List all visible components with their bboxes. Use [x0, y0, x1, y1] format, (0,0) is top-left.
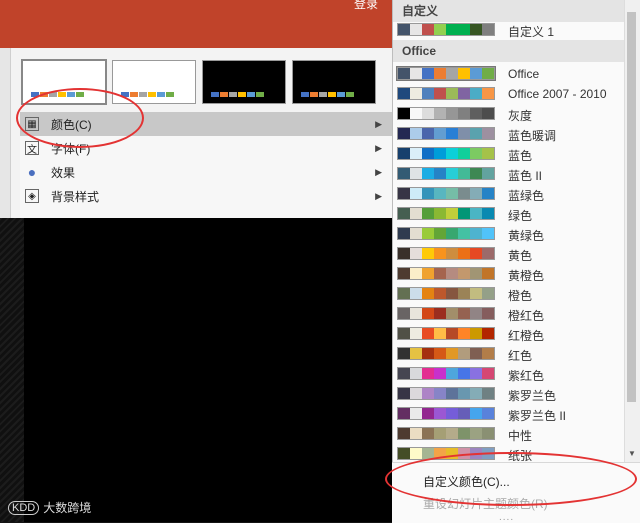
color-scheme-dropdown: 自定义 自定义 1 Office Office Office 2007 - 201…	[392, 0, 640, 522]
scroll-down-icon[interactable]: ▼	[624, 446, 640, 462]
color-swatch-strip	[397, 167, 495, 180]
color-scheme-name: 黄橙色	[508, 269, 545, 283]
watermark: KDD 大数跨境	[8, 499, 91, 516]
color-swatch-strip	[397, 107, 495, 120]
color-swatch-strip	[397, 247, 495, 260]
resize-grip-icon[interactable]: ....	[499, 512, 514, 523]
color-scheme-name: 橙色	[508, 289, 533, 303]
effects-icon: ●	[27, 164, 37, 180]
background-style-icon: ◈	[25, 189, 39, 203]
color-scheme-item[interactable]: Office	[393, 64, 625, 84]
color-scheme-name: 紫罗兰色	[508, 389, 557, 403]
color-scheme-name: 自定义 1	[508, 25, 555, 39]
color-swatch-strip	[397, 287, 495, 300]
submenu-item-label: 效果	[51, 165, 76, 180]
color-scheme-name: 蓝色 II	[508, 169, 543, 183]
ribbon-left-strip	[0, 48, 11, 218]
color-scheme-name: 紫罗兰色 II	[508, 409, 567, 423]
section-header-custom: 自定义	[393, 0, 625, 22]
color-swatch-strip	[397, 387, 495, 400]
color-scheme-name: Office	[508, 67, 540, 81]
color-swatch-strip	[397, 347, 495, 360]
chevron-right-icon: ▶	[375, 190, 382, 201]
watermark-logo: KDD	[8, 500, 40, 515]
theme-color-bars	[121, 92, 174, 97]
login-link[interactable]: 登录	[354, 0, 378, 12]
color-scheme-item[interactable]: 黄色	[393, 244, 625, 264]
color-scheme-item[interactable]: 黄绿色	[393, 224, 625, 244]
theme-variant-4[interactable]	[292, 60, 376, 104]
color-scheme-item[interactable]: 橙色	[393, 284, 625, 304]
submenu-item-label: 背景样式	[51, 189, 100, 204]
color-swatch-strip	[397, 227, 495, 240]
color-scheme-name: 灰度	[508, 109, 533, 123]
submenu-item-4[interactable]: ◈ 背景样式 ▶	[20, 184, 392, 208]
color-scheme-item[interactable]: 紫红色	[393, 364, 625, 384]
color-swatch-strip	[397, 267, 495, 280]
theme-color-bars	[301, 92, 354, 97]
color-scheme-item[interactable]: 灰度	[393, 104, 625, 124]
color-scheme-name: 绿色	[508, 209, 533, 223]
color-scheme-name: 黄色	[508, 249, 533, 263]
color-swatch-strip	[397, 23, 495, 36]
color-scheme-item[interactable]: 紫罗兰色 II	[393, 404, 625, 424]
color-scheme-name: 红色	[508, 349, 533, 363]
font-icon: 文	[25, 141, 39, 156]
theme-color-bars	[211, 92, 264, 97]
color-scheme-name: 紫红色	[508, 369, 545, 383]
theme-variant-3[interactable]	[202, 60, 286, 104]
color-scheme-name: 橙红色	[508, 309, 545, 323]
color-swatch-strip	[397, 87, 495, 100]
color-scheme-name: 黄绿色	[508, 229, 545, 243]
color-swatch-strip	[397, 187, 495, 200]
color-swatch-strip	[397, 147, 495, 160]
color-swatch-strip	[396, 66, 496, 81]
section-header-office: Office	[393, 40, 625, 62]
color-scheme-item[interactable]: 蓝色	[393, 144, 625, 164]
scrollbar-thumb[interactable]	[627, 12, 636, 402]
annotation-ellipse-colors	[16, 88, 144, 148]
color-scheme-name: 蓝色	[508, 149, 533, 163]
slide-canvas	[24, 218, 392, 522]
color-scheme-item[interactable]: 紫罗兰色	[393, 384, 625, 404]
color-swatch-strip	[397, 127, 495, 140]
color-scheme-item[interactable]: 蓝色 II	[393, 164, 625, 184]
submenu-item-3[interactable]: ● 效果 ▶	[20, 160, 392, 184]
color-scheme-item[interactable]: 红橙色	[393, 324, 625, 344]
watermark-text: 大数跨境	[43, 501, 92, 515]
color-scheme-name: Office 2007 - 2010	[508, 87, 607, 101]
color-scheme-item[interactable]: 红色	[393, 344, 625, 364]
color-swatch-strip	[397, 307, 495, 320]
color-scheme-name: 蓝色暖调	[508, 129, 557, 143]
color-swatch-strip	[397, 427, 495, 440]
color-swatch-strip	[397, 207, 495, 220]
chevron-right-icon: ▶	[375, 118, 382, 129]
color-scheme-name: 红橙色	[508, 329, 545, 343]
color-scheme-item[interactable]: Office 2007 - 2010	[393, 84, 625, 104]
color-swatch-strip	[397, 367, 495, 380]
color-scheme-item[interactable]: 黄橙色	[393, 264, 625, 284]
color-scheme-name: 蓝绿色	[508, 189, 545, 203]
color-scheme-item[interactable]: 绿色	[393, 204, 625, 224]
color-scheme-item[interactable]: 蓝色暖调	[393, 124, 625, 144]
chevron-right-icon: ▶	[375, 142, 382, 153]
color-scheme-name: 中性	[508, 429, 533, 443]
color-scheme-item[interactable]: 橙红色	[393, 304, 625, 324]
color-swatch-strip	[397, 327, 495, 340]
color-scheme-item[interactable]: 蓝绿色	[393, 184, 625, 204]
color-scheme-item[interactable]: 中性	[393, 424, 625, 444]
annotation-ellipse-custom-colors	[385, 452, 637, 506]
color-scheme-item[interactable]: 自定义 1	[393, 20, 625, 40]
color-swatch-strip	[397, 407, 495, 420]
chevron-right-icon: ▶	[375, 166, 382, 177]
